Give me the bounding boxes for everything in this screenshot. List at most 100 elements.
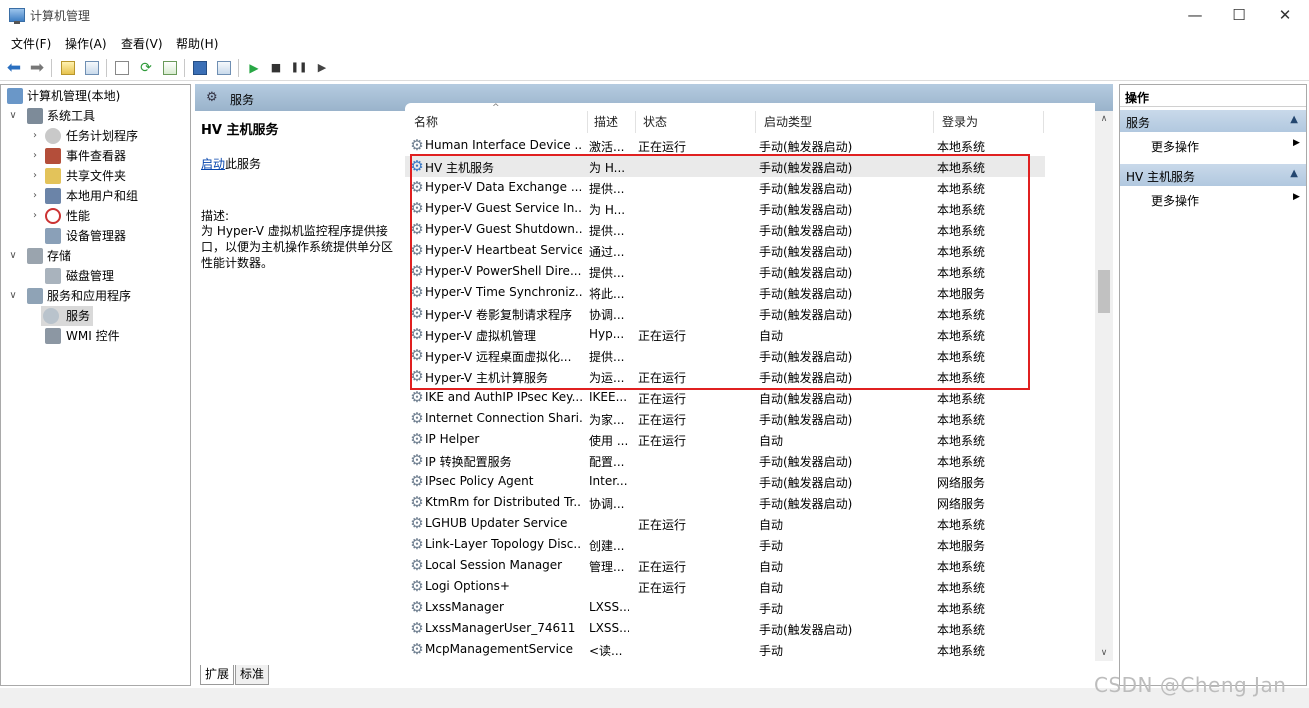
chevron-right-icon[interactable]: › bbox=[29, 166, 41, 186]
tree-item-disk-management[interactable]: 磁盘管理 bbox=[5, 266, 185, 286]
chevron-down-icon[interactable]: ∨ bbox=[7, 106, 19, 126]
tree-item-device-manager[interactable]: 设备管理器 bbox=[5, 226, 185, 246]
table-row[interactable]: ⚙ IP 转换配置服务 配置... 手动(触发器启动) 本地系统 bbox=[405, 450, 1045, 471]
table-row[interactable]: ⚙ Hyper-V Guest Shutdown... 提供... 手动(触发器启动)… bbox=[405, 219, 1045, 240]
service-name: Hyper-V Guest Shutdown... bbox=[425, 222, 582, 236]
properties-icon[interactable] bbox=[112, 58, 132, 78]
table-row[interactable]: ⚙ McpManagementService <读... 手动 本地系统 bbox=[405, 639, 1045, 660]
service-startup-type: 自动 bbox=[759, 518, 784, 532]
up-folder-icon[interactable] bbox=[58, 58, 78, 78]
table-row[interactable]: ⚙ Internet Connection Shari... 为家... 正在运行 手动… bbox=[405, 408, 1045, 429]
column-divider[interactable] bbox=[587, 111, 588, 133]
table-row[interactable]: ⚙ Hyper-V 主机计算服务 为运... 正在运行 手动(触发器启动) 本地系统 bbox=[405, 366, 1045, 387]
scroll-thumb[interactable] bbox=[1098, 270, 1110, 313]
maximize-button[interactable]: ☐ bbox=[1216, 0, 1262, 30]
column-header-startup[interactable]: 启动类型 bbox=[764, 113, 812, 130]
table-row[interactable]: ⚙ Human Interface Device ... 激活... 正在运行 手动(触… bbox=[405, 135, 1045, 156]
column-header-status[interactable]: 状态 bbox=[643, 113, 667, 130]
tree-item-performance[interactable]: › 性能 bbox=[5, 206, 185, 226]
services-header-label: 服务 bbox=[230, 93, 255, 107]
table-row[interactable]: ⚙ Link-Layer Topology Disc... 创建... 手动 本地服务 bbox=[405, 534, 1045, 555]
service-startup-type: 自动 bbox=[759, 581, 784, 595]
table-row[interactable]: ⚙ LGHUB Updater Service 正在运行 自动 本地系统 bbox=[405, 513, 1045, 534]
actions-section-hv-host[interactable]: HV 主机服务 ▲ bbox=[1120, 164, 1306, 186]
column-header-logon[interactable]: 登录为 bbox=[942, 113, 978, 130]
chevron-right-icon[interactable]: › bbox=[29, 206, 41, 226]
tab-extended[interactable]: 扩展 bbox=[200, 665, 235, 685]
refresh-icon[interactable]: ⟳ bbox=[136, 58, 156, 78]
column-divider[interactable] bbox=[635, 111, 636, 133]
column-header-description[interactable]: 描述 bbox=[594, 113, 618, 130]
actions-section-services[interactable]: 服务 ▲ bbox=[1120, 110, 1306, 132]
show-action-pane-icon[interactable] bbox=[214, 58, 234, 78]
table-row[interactable]: ⚙ Hyper-V PowerShell Dire... 提供... 手动(触发器启动… bbox=[405, 261, 1045, 282]
pause-icon[interactable]: ❚❚ bbox=[289, 58, 309, 78]
tree-item-system-tools[interactable]: ∨ 系统工具 bbox=[5, 106, 185, 126]
forward-arrow-icon[interactable]: ➡ bbox=[27, 58, 47, 78]
tree-item-local-users[interactable]: › 本地用户和组 bbox=[5, 186, 185, 206]
tree-item-event-viewer[interactable]: › 事件查看器 bbox=[5, 146, 185, 166]
table-row[interactable]: ⚙ Hyper-V 虚拟机管理 Hyp... 正在运行 自动 本地系统 bbox=[405, 324, 1045, 345]
navigation-tree: 计算机管理(本地) ∨ 系统工具 › 任务计划程序 › 事件查看器 › 共享文件… bbox=[0, 84, 191, 686]
collapse-icon[interactable]: ▲ bbox=[1290, 168, 1298, 179]
column-divider[interactable] bbox=[933, 111, 934, 133]
submenu-arrow-icon: ▶ bbox=[1293, 192, 1300, 202]
tree-item-shared-folders[interactable]: › 共享文件夹 bbox=[5, 166, 185, 186]
collapse-icon[interactable]: ▲ bbox=[1290, 114, 1298, 125]
chevron-down-icon[interactable]: ∨ bbox=[7, 286, 19, 306]
close-button[interactable]: ✕ bbox=[1262, 0, 1308, 30]
scroll-up-icon[interactable]: ∧ bbox=[1095, 111, 1113, 127]
table-row[interactable]: ⚙ IKE and AuthIP IPsec Key... IKEE... 正在运行 自… bbox=[405, 387, 1045, 408]
tree-item-services[interactable]: 服务 bbox=[41, 306, 93, 326]
tree-item-wmi[interactable]: WMI 控件 bbox=[5, 326, 185, 346]
help-icon[interactable] bbox=[190, 58, 210, 78]
scroll-down-icon[interactable]: ∨ bbox=[1095, 645, 1113, 661]
service-status: 正在运行 bbox=[638, 329, 687, 343]
service-startup-type: 自动 bbox=[759, 329, 784, 343]
start-service-link[interactable]: 启动 bbox=[201, 157, 225, 171]
show-hide-tree-icon[interactable] bbox=[82, 58, 102, 78]
table-row[interactable]: ⚙ Local Session Manager 管理... 正在运行 自动 本地系统 bbox=[405, 555, 1045, 576]
table-row[interactable]: ⚙ Hyper-V Time Synchroniz... 将此... 手动(触发器启动… bbox=[405, 282, 1045, 303]
gear-icon: ⚙ bbox=[410, 325, 424, 343]
resume-icon[interactable]: ▶ bbox=[312, 58, 332, 78]
table-row[interactable]: ⚙ Hyper-V 远程桌面虚拟化... 提供... 手动(触发器启动) 本地系统 bbox=[405, 345, 1045, 366]
table-row[interactable]: ⚙ Hyper-V Heartbeat Service 通过... 手动(触发器启动)… bbox=[405, 240, 1045, 261]
menu-view[interactable]: 查看(V) bbox=[121, 35, 163, 52]
tree-item-services-apps[interactable]: ∨ 服务和应用程序 bbox=[5, 286, 185, 306]
play-icon[interactable]: ▶ bbox=[244, 58, 264, 78]
tree-item-task-scheduler[interactable]: › 任务计划程序 bbox=[5, 126, 185, 146]
menu-file[interactable]: 文件(F) bbox=[11, 35, 51, 52]
stop-icon[interactable]: ■ bbox=[266, 58, 286, 78]
column-divider[interactable] bbox=[1043, 111, 1044, 133]
vertical-scrollbar[interactable]: ∧ ∨ bbox=[1095, 111, 1113, 661]
chevron-right-icon[interactable]: › bbox=[29, 126, 41, 146]
table-row[interactable]: ⚙ KtmRm for Distributed Tr... 协调... 手动(触发器启… bbox=[405, 492, 1045, 513]
more-actions-item[interactable]: 更多操作 ▶ bbox=[1151, 192, 1300, 209]
table-row[interactable]: ⚙ IP Helper 使用 ... 正在运行 自动 本地系统 bbox=[405, 429, 1045, 450]
more-actions-item[interactable]: 更多操作 ▶ bbox=[1151, 138, 1300, 155]
export-list-icon[interactable] bbox=[160, 58, 180, 78]
chevron-down-icon[interactable]: ∨ bbox=[7, 246, 19, 266]
table-row[interactable]: ⚙ HV 主机服务 为 H... 手动(触发器启动) 本地系统 bbox=[405, 156, 1045, 177]
table-row[interactable]: ⚙ LxssManager LXSS... 手动 本地系统 bbox=[405, 597, 1045, 618]
column-header-name[interactable]: 名称 bbox=[414, 113, 438, 130]
tree-root[interactable]: 计算机管理(本地) bbox=[5, 86, 185, 106]
menu-help[interactable]: 帮助(H) bbox=[176, 35, 218, 52]
gear-icon: ⚙ bbox=[410, 556, 424, 574]
table-row[interactable]: ⚙ Hyper-V 卷影复制请求程序 协调... 手动(触发器启动) 本地系统 bbox=[405, 303, 1045, 324]
minimize-button[interactable]: — bbox=[1172, 0, 1218, 30]
back-arrow-icon[interactable]: ⬅ bbox=[4, 58, 24, 78]
table-row[interactable]: ⚙ Hyper-V Guest Service In... 为 H... 手动(触发器… bbox=[405, 198, 1045, 219]
table-row[interactable]: ⚙ Hyper-V Data Exchange ... 提供... 手动(触发器启动)… bbox=[405, 177, 1045, 198]
service-name: Hyper-V Guest Service In... bbox=[425, 201, 582, 215]
table-row[interactable]: ⚙ Logi Options+ 正在运行 自动 本地系统 bbox=[405, 576, 1045, 597]
chevron-right-icon[interactable]: › bbox=[29, 146, 41, 166]
column-divider[interactable] bbox=[755, 111, 756, 133]
tree-item-storage[interactable]: ∨ 存储 bbox=[5, 246, 185, 266]
tab-standard[interactable]: 标准 bbox=[235, 665, 270, 685]
chevron-right-icon[interactable]: › bbox=[29, 186, 41, 206]
table-row[interactable]: ⚙ IPsec Policy Agent Inter... 手动(触发器启动) 网络服务 bbox=[405, 471, 1045, 492]
menu-action[interactable]: 操作(A) bbox=[65, 35, 107, 52]
table-row[interactable]: ⚙ LxssManagerUser_74611 LXSS... 手动(触发器启动) 本地… bbox=[405, 618, 1045, 639]
